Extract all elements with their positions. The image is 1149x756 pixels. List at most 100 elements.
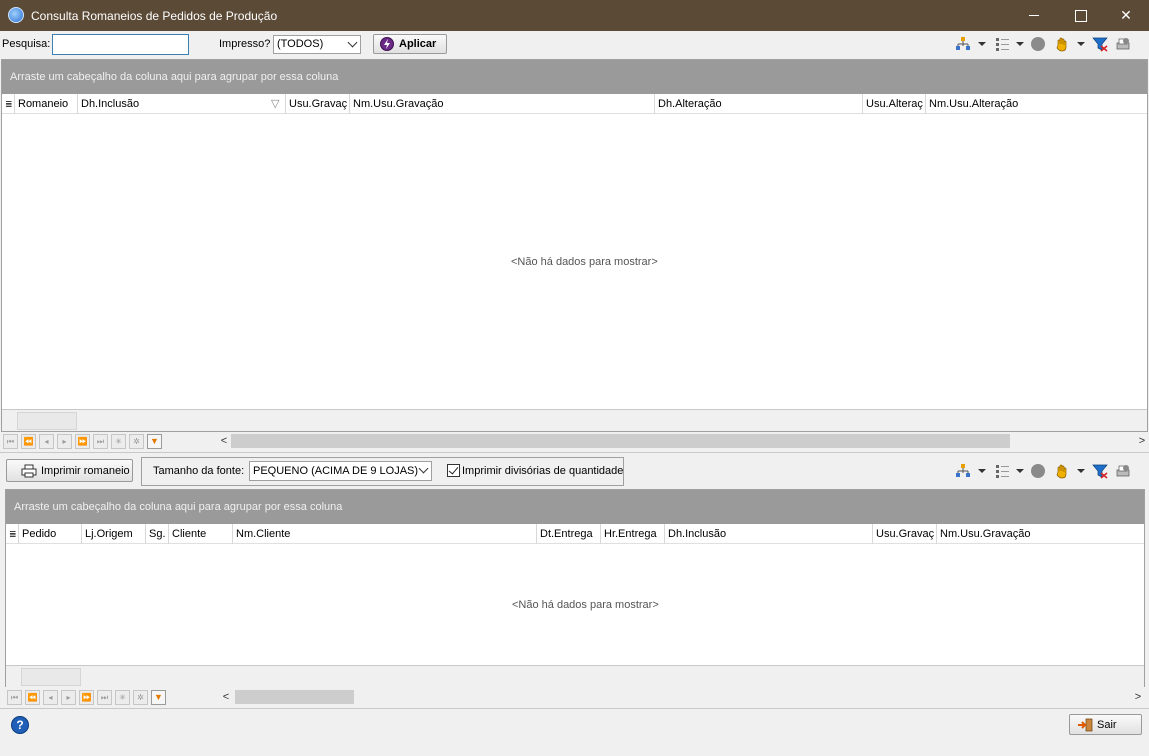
next-record-icon[interactable]: ▸ [61, 690, 76, 705]
print-options-group: Tamanho da fonte: PEQUENO (ACIMA DE 9 LO… [141, 457, 624, 486]
printer-settings-icon[interactable] [1115, 463, 1131, 479]
chevron-down-icon[interactable] [978, 469, 986, 473]
exit-button[interactable]: Sair [1069, 714, 1142, 735]
printer-settings-icon[interactable] [1115, 36, 1131, 52]
window-title: Consulta Romaneios de Pedidos de Produçã… [31, 9, 278, 23]
delete-record-icon[interactable]: ✲ [133, 690, 148, 705]
column-hr-entrega[interactable]: Hr.Entrega [601, 524, 665, 544]
font-size-value: PEQUENO (ACIMA DE 9 LOJAS) [253, 465, 419, 477]
filter-icon[interactable]: ▼ [147, 434, 162, 449]
column-chooser-icon[interactable]: ≣ [6, 524, 19, 544]
column-chooser-icon[interactable] [995, 463, 1011, 479]
summary-cell [21, 668, 81, 686]
search-label: Pesquisa: [2, 38, 51, 50]
scroll-thumb[interactable] [235, 690, 354, 704]
next-page-icon[interactable]: ⏩ [79, 690, 94, 705]
apply-button[interactable]: Aplicar [373, 34, 447, 54]
print-dividers-checkbox[interactable] [447, 464, 460, 477]
scroll-right-icon[interactable]: > [1131, 688, 1145, 706]
filter-icon[interactable] [1092, 36, 1108, 52]
filter-icon[interactable] [1092, 463, 1108, 479]
close-button[interactable]: ✕ [1103, 0, 1149, 31]
column-nm-usu-alteracao[interactable]: Nm.Usu.Alteração [926, 94, 1147, 114]
group-hint-text: Arraste um cabeçalho da coluna aqui para… [14, 501, 343, 513]
hand-icon[interactable] [1054, 463, 1070, 479]
last-page-icon[interactable]: ⏭ [93, 434, 108, 449]
chevron-down-icon[interactable] [1016, 42, 1024, 46]
bottom-separator [0, 708, 1149, 709]
column-nm-cliente[interactable]: Nm.Cliente [233, 524, 537, 544]
exit-icon [1078, 718, 1093, 732]
summary-footer [2, 409, 1147, 431]
group-tree-icon[interactable] [955, 36, 971, 52]
apply-button-label: Aplicar [399, 38, 437, 50]
printed-select[interactable]: (TODOS) [273, 35, 361, 54]
column-pedido[interactable]: Pedido [19, 524, 82, 544]
chevron-down-icon [418, 463, 429, 474]
insert-record-icon[interactable]: ✳ [115, 690, 130, 705]
scroll-thumb[interactable] [231, 434, 1010, 448]
column-dt-entrega[interactable]: Dt.Entrega [537, 524, 601, 544]
app-icon [8, 7, 24, 23]
layout-icon[interactable] [1031, 464, 1045, 478]
column-dh-alteracao[interactable]: Dh.Alteração [655, 94, 863, 114]
delete-record-icon[interactable]: ✲ [129, 434, 144, 449]
sort-icon[interactable]: ▽ [271, 94, 279, 114]
column-chooser-icon[interactable] [995, 36, 1011, 52]
next-record-icon[interactable]: ▸ [57, 434, 72, 449]
chevron-down-icon[interactable] [1077, 42, 1085, 46]
layout-icon[interactable] [1031, 37, 1045, 51]
print-romaneio-button[interactable]: Imprimir romaneio [6, 459, 133, 482]
column-usu-gravacao[interactable]: Usu.Gravaç [286, 94, 350, 114]
prev-page-icon[interactable]: ⏪ [25, 690, 40, 705]
column-dh-inclusao[interactable]: Dh.Inclusão ▽ [78, 94, 286, 114]
scroll-track[interactable] [233, 690, 1131, 704]
scroll-right-icon[interactable]: > [1135, 432, 1149, 450]
group-by-panel[interactable]: Arraste um cabeçalho da coluna aqui para… [6, 490, 1144, 524]
print-dividers-label[interactable]: Imprimir divisórias de quantidade [462, 465, 623, 477]
column-usu-gravacao[interactable]: Usu.Gravaç [873, 524, 937, 544]
column-sg[interactable]: Sg. [146, 524, 169, 544]
filter-icon[interactable]: ▼ [151, 690, 166, 705]
minimize-button[interactable] [1011, 0, 1057, 31]
column-romaneio[interactable]: Romaneio [15, 94, 78, 114]
hand-icon[interactable] [1054, 36, 1070, 52]
column-lj-origem[interactable]: Lj.Origem [82, 524, 146, 544]
first-page-icon[interactable]: ⏮ [7, 690, 22, 705]
prev-record-icon[interactable]: ◂ [43, 690, 58, 705]
print-romaneio-label: Imprimir romaneio [41, 465, 130, 477]
help-icon[interactable]: ? [11, 716, 29, 734]
column-nm-usu-gravacao[interactable]: Nm.Usu.Gravação [937, 524, 1144, 544]
column-dh-inclusao[interactable]: Dh.Inclusão [665, 524, 873, 544]
chevron-down-icon [347, 37, 358, 48]
prev-record-icon[interactable]: ◂ [39, 434, 54, 449]
printed-label: Impresso? [219, 38, 271, 50]
next-page-icon[interactable]: ⏩ [75, 434, 90, 449]
prev-page-icon[interactable]: ⏪ [21, 434, 36, 449]
horizontal-scrollbar[interactable]: < > [219, 688, 1145, 706]
scroll-left-icon[interactable]: < [219, 688, 233, 706]
splitter[interactable] [0, 452, 1149, 453]
record-navigator: ⏮ ⏪ ◂ ▸ ⏩ ⏭ ✳ ✲ ▼ [3, 432, 163, 450]
first-page-icon[interactable]: ⏮ [3, 434, 18, 449]
group-tree-icon[interactable] [955, 463, 971, 479]
group-by-panel[interactable]: Arraste um cabeçalho da coluna aqui para… [2, 60, 1147, 94]
chevron-down-icon[interactable] [1077, 469, 1085, 473]
column-cliente[interactable]: Cliente [169, 524, 233, 544]
column-nm-usu-gravacao[interactable]: Nm.Usu.Gravação [350, 94, 655, 114]
insert-record-icon[interactable]: ✳ [111, 434, 126, 449]
last-page-icon[interactable]: ⏭ [97, 690, 112, 705]
chevron-down-icon[interactable] [1016, 469, 1024, 473]
column-chooser-icon[interactable]: ≣ [2, 94, 15, 114]
scroll-track[interactable] [231, 434, 1135, 448]
empty-grid-text: <Não há dados para mostrar> [511, 256, 658, 268]
pedidos-grid: Arraste um cabeçalho da coluna aqui para… [5, 489, 1145, 687]
column-usu-alteracao[interactable]: Usu.Alteraç [863, 94, 926, 114]
romaneios-grid: Arraste um cabeçalho da coluna aqui para… [1, 59, 1148, 432]
scroll-left-icon[interactable]: < [217, 432, 231, 450]
chevron-down-icon[interactable] [978, 42, 986, 46]
font-size-select[interactable]: PEQUENO (ACIMA DE 9 LOJAS) [249, 461, 432, 481]
search-input[interactable] [52, 34, 189, 55]
maximize-button[interactable] [1057, 0, 1103, 31]
horizontal-scrollbar[interactable]: < > [217, 432, 1149, 450]
